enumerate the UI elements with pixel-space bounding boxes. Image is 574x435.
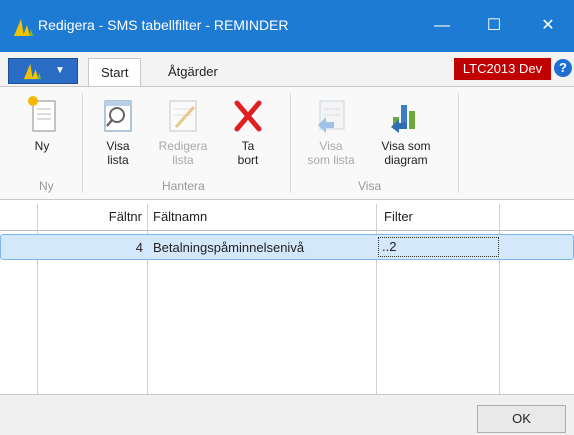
grid-header-row: Fältnr Fältnamn Filter (0, 204, 574, 231)
ribbon-separator (82, 93, 83, 193)
show-as-chart-label-2: diagram (384, 153, 428, 167)
cell-faltnr[interactable]: 4 (39, 235, 143, 261)
grid-column-divider (376, 204, 377, 394)
app-menu-logo-icon (23, 63, 41, 80)
tab-start[interactable]: Start (88, 58, 142, 86)
show-as-chart-button[interactable]: Visa som diagram (372, 95, 440, 167)
edit-list-icon (169, 100, 197, 132)
edit-list-label-1: Redigera (158, 139, 208, 153)
delete-label-2: bort (237, 153, 259, 167)
new-button[interactable]: Ny (22, 95, 62, 153)
ribbon: Ny Ny Visa lista Redigera lista Ta bort … (0, 86, 574, 200)
edit-list-label-2: lista (172, 153, 194, 167)
edit-list-button[interactable]: Redigera lista (154, 95, 212, 167)
show-as-list-label-1: Visa (319, 139, 343, 153)
table-row[interactable]: 4 Betalningspåminnelsenivå ..2 (0, 234, 574, 260)
view-list-label-2: lista (107, 153, 129, 167)
ribbon-separator (458, 93, 459, 193)
show-as-list-icon (318, 100, 345, 133)
show-as-chart-label-1: Visa som (381, 139, 431, 153)
close-button[interactable]: ✕ (522, 0, 574, 52)
new-button-label: Ny (34, 139, 50, 153)
grid-column-divider (499, 204, 500, 394)
view-list-button[interactable]: Visa lista (96, 95, 140, 167)
view-list-icon (104, 100, 132, 132)
window-title: Redigera - SMS tabellfilter - REMINDER (38, 17, 289, 33)
show-as-chart-icon (391, 105, 415, 133)
tab-actions[interactable]: Åtgärder (156, 58, 230, 86)
app-logo-icon (14, 19, 33, 36)
help-icon[interactable]: ? (554, 59, 572, 77)
dialog-footer: OK (0, 394, 574, 435)
new-document-icon (28, 96, 56, 132)
group-label-hantera: Hantera (162, 179, 205, 193)
show-as-list-button[interactable]: Visa som lista (298, 95, 364, 167)
cell-faltnamn[interactable]: Betalningspåminnelsenivå (153, 235, 304, 261)
group-label-ny: Ny (39, 179, 54, 193)
application-menu-button[interactable]: ▼ (8, 58, 78, 84)
column-header-faltnr[interactable]: Fältnr (38, 204, 142, 230)
view-list-label-1: Visa (106, 139, 130, 153)
grid-column-divider (147, 204, 148, 394)
title-bar: Redigera - SMS tabellfilter - REMINDER —… (0, 0, 574, 52)
maximize-button[interactable]: ☐ (468, 0, 520, 52)
environment-badge: LTC2013 Dev (454, 58, 551, 80)
column-header-filter[interactable]: Filter (384, 204, 413, 230)
minimize-button[interactable]: — (416, 0, 468, 52)
show-as-list-label-2: som lista (307, 153, 355, 167)
cell-filter[interactable]: ..2 (378, 237, 499, 257)
column-header-faltnamn[interactable]: Fältnamn (153, 204, 207, 230)
group-label-visa: Visa (358, 179, 382, 193)
delete-label-1: Ta (241, 139, 255, 153)
ribbon-separator (290, 93, 291, 193)
data-grid: Fältnr Fältnamn Filter 4 Betalningspåmin… (0, 204, 574, 394)
ok-button[interactable]: OK (477, 405, 566, 433)
grid-column-divider (37, 204, 38, 394)
delete-button[interactable]: Ta bort (226, 95, 270, 167)
ribbon-tab-row: ▼ Start Åtgärder LTC2013 Dev ? (0, 52, 574, 86)
delete-icon (234, 100, 262, 132)
chevron-down-icon: ▼ (55, 65, 65, 76)
